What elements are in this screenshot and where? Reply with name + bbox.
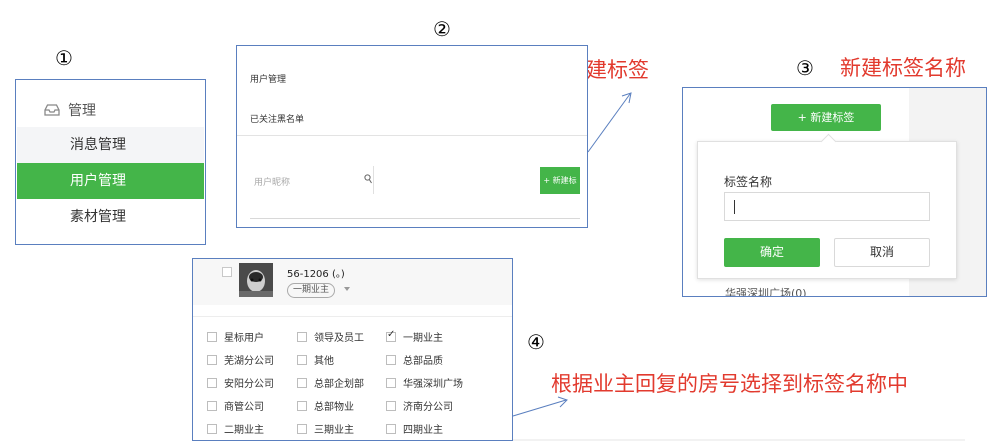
checkbox[interactable] xyxy=(207,423,217,434)
checkbox[interactable] xyxy=(386,377,396,388)
tab-followed[interactable]: 已关注 xyxy=(250,112,277,125)
search-placeholder: 用户昵称 xyxy=(254,178,291,188)
tag-option[interactable]: 其他 xyxy=(297,352,334,367)
search-input[interactable]: 用户昵称 xyxy=(250,166,374,194)
user-row-checkbox[interactable] xyxy=(222,267,232,277)
new-tag-button[interactable]: + 新建标签 xyxy=(771,104,881,131)
tag-option[interactable]: 领导及员工 xyxy=(297,329,364,344)
inbox-icon xyxy=(44,104,60,116)
tag-option[interactable]: 总部物业 xyxy=(297,398,354,413)
panel-sidebar: 管理 消息管理 用户管理 素材管理 xyxy=(15,79,206,245)
panel-tag-selection: 56-1206 (。) 一期业主 星标用户 领导及员工 一期业主 芜湖分公司 其… xyxy=(192,258,513,441)
confirm-button[interactable]: 确定 xyxy=(724,238,820,267)
tag-option-label: 四期业主 xyxy=(403,425,443,436)
cancel-button[interactable]: 取消 xyxy=(834,238,930,267)
tag-option[interactable]: 三期业主 xyxy=(297,421,354,436)
tag-option-label: 总部企划部 xyxy=(314,379,364,390)
tag-option-label: 总部品质 xyxy=(403,356,443,367)
tag-option[interactable]: 济南分公司 xyxy=(386,398,453,413)
tag-option-label: 二期业主 xyxy=(224,425,264,436)
tag-option[interactable]: 总部企划部 xyxy=(297,375,364,390)
sidebar-item-users[interactable]: 用户管理 xyxy=(17,163,204,199)
background-tag-text: 华强深圳广场(0) xyxy=(725,287,807,297)
sidebar-item-messages[interactable]: 消息管理 xyxy=(17,127,204,163)
tag-name-label: 标签名称 xyxy=(724,175,773,189)
tag-option[interactable]: 华强深圳广场 xyxy=(386,375,463,390)
tag-option-label: 商管公司 xyxy=(224,402,264,413)
sidebar-header: 管理 xyxy=(44,100,96,120)
checkbox[interactable] xyxy=(207,331,217,342)
tag-option-label: 三期业主 xyxy=(314,425,354,436)
avatar-image xyxy=(239,263,273,297)
tag-option[interactable]: 总部品质 xyxy=(386,352,443,367)
tag-option-label: 星标用户 xyxy=(224,333,264,344)
checkbox[interactable] xyxy=(297,331,307,342)
sidebar-item-materials[interactable]: 素材管理 xyxy=(17,199,204,235)
tag-option[interactable]: 星标用户 xyxy=(207,329,264,344)
checkbox[interactable] xyxy=(297,377,307,388)
new-tag-button[interactable]: + 新建标签 xyxy=(540,167,580,212)
arrow-line-2 xyxy=(587,93,631,153)
divider xyxy=(193,316,512,317)
tag-option[interactable]: 二期业主 xyxy=(207,421,264,436)
tag-option-label: 领导及员工 xyxy=(314,333,364,344)
tab-blacklist[interactable]: 黑名单 xyxy=(277,112,304,125)
checkbox[interactable] xyxy=(386,400,396,411)
panel-user-management: 用户管理 已关注 黑名单 用户昵称 + 新建标签 xyxy=(236,45,588,228)
tag-option[interactable]: 安阳分公司 xyxy=(207,375,274,390)
checkbox[interactable] xyxy=(297,423,307,434)
sidebar-header-label: 管理 xyxy=(68,103,96,119)
checkbox[interactable] xyxy=(386,423,396,434)
tag-option[interactable]: 一期业主 xyxy=(386,329,443,344)
tag-option-label: 华强深圳广场 xyxy=(403,379,463,390)
tag-option-label: 芜湖分公司 xyxy=(224,356,274,367)
current-tag-badge[interactable]: 一期业主 xyxy=(287,283,336,298)
tag-option[interactable]: 商管公司 xyxy=(207,398,264,413)
list-divider xyxy=(250,218,580,219)
tag-name-input[interactable] xyxy=(724,192,930,221)
avatar xyxy=(239,263,273,297)
checkbox[interactable] xyxy=(297,400,307,411)
checkbox-checked[interactable] xyxy=(386,329,396,342)
tag-option-label: 济南分公司 xyxy=(403,402,453,413)
checkbox[interactable] xyxy=(207,377,217,388)
arrow-line-4 xyxy=(512,399,567,417)
tag-option-label: 总部物业 xyxy=(314,402,354,413)
checkbox[interactable] xyxy=(386,354,396,365)
user-name: 56-1206 (。) xyxy=(287,269,345,280)
tag-option-label: 安阳分公司 xyxy=(224,379,274,390)
tag-option[interactable]: 四期业主 xyxy=(386,421,443,436)
text-caret xyxy=(734,200,735,214)
checkbox[interactable] xyxy=(297,354,307,365)
panel-new-tag-dialog: 华强深圳广场(0) + 新建标签 标签名称 确定 取消 xyxy=(682,87,987,297)
tag-option-label: 其他 xyxy=(314,356,334,367)
checkbox[interactable] xyxy=(207,400,217,411)
checkbox[interactable] xyxy=(207,354,217,365)
tag-option[interactable]: 芜湖分公司 xyxy=(207,352,274,367)
tab-divider xyxy=(237,135,587,136)
new-tag-popover: 标签名称 确定 取消 xyxy=(697,141,957,279)
page-title: 用户管理 xyxy=(250,75,287,85)
chevron-down-icon[interactable] xyxy=(344,287,350,291)
search-icon[interactable] xyxy=(364,174,372,184)
tag-option-label: 一期业主 xyxy=(403,333,443,344)
